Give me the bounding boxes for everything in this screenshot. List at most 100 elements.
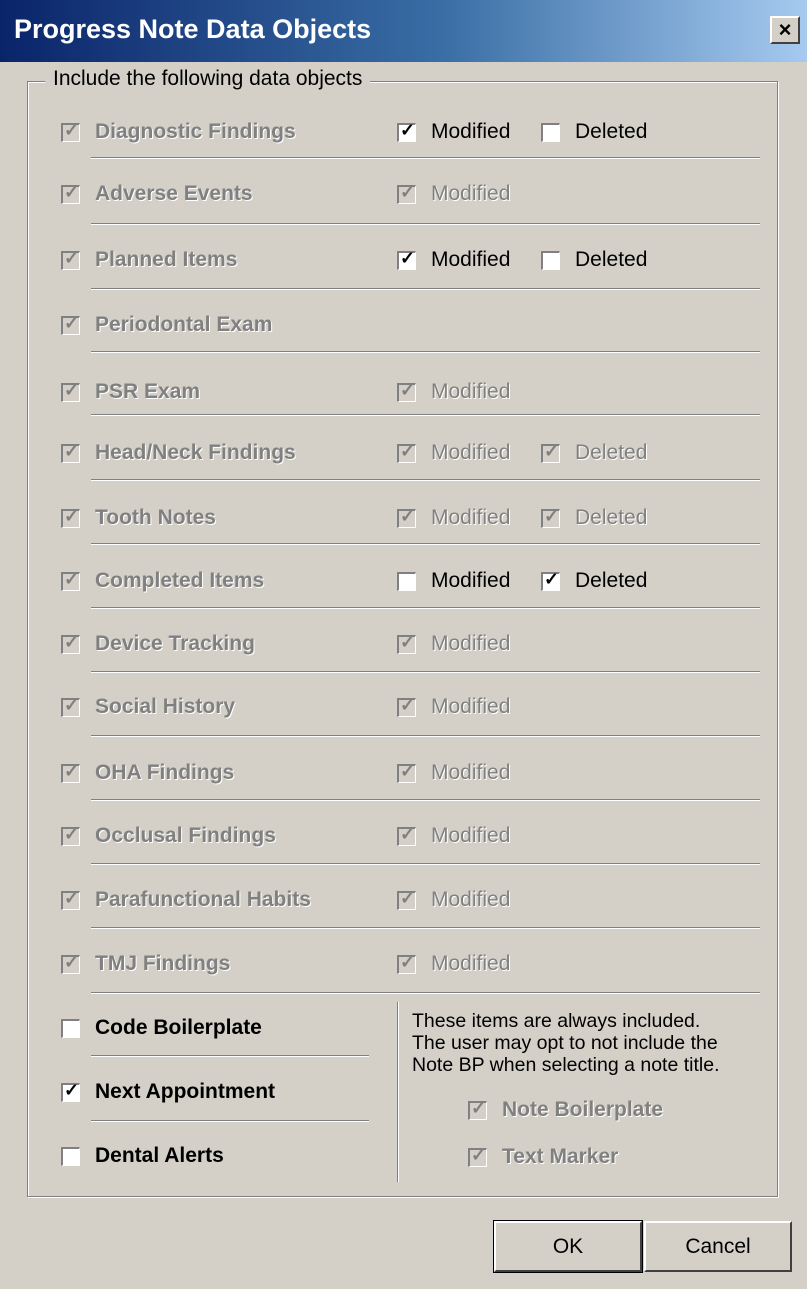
checkbox-box: ✓ [397, 633, 416, 654]
checkbox-diagnostic-findings-modified-label: Modified [431, 120, 511, 143]
checkbox-dental-alerts[interactable]: Dental Alerts [61, 1144, 224, 1168]
checkbox-box: ✓ [61, 119, 80, 142]
checkbox-diagnostic-findings-deleted[interactable]: Deleted [541, 120, 647, 144]
row-separator [91, 1120, 369, 1122]
checkbox-tooth-notes: ✓ Tooth Notes [61, 506, 216, 530]
checkbox-head-neck-findings-deleted-label: Deleted [575, 441, 648, 464]
checkbox-completed-items-label: Completed Items [95, 569, 265, 592]
ok-button[interactable]: OK [493, 1220, 643, 1273]
row-separator [91, 735, 760, 737]
check-icon: ✓ [64, 760, 80, 781]
checkbox-box[interactable] [61, 1146, 80, 1166]
checkbox-tooth-notes-modified-label: Modified [431, 506, 511, 529]
check-icon: ✓ [64, 823, 80, 844]
checkbox-box: ✓ [61, 314, 80, 335]
checkbox-completed-items-deleted[interactable]: ✓ Deleted [541, 569, 647, 593]
checkbox-parafunctional-habits-modified: ✓ Modified [397, 888, 510, 912]
checkbox-box: ✓ [468, 1144, 487, 1167]
checkbox-box: ✓ [61, 507, 80, 528]
check-icon: ✓ [400, 951, 416, 972]
checkbox-occlusal-findings-modified: ✓ Modified [397, 824, 510, 848]
checkbox-device-tracking-modified: ✓ Modified [397, 632, 510, 656]
row-separator [91, 799, 760, 801]
checkbox-head-neck-findings-deleted: ✓ Deleted [541, 441, 647, 465]
row-separator [91, 671, 760, 673]
checkbox-planned-items-modified[interactable]: ✓ Modified [397, 248, 510, 272]
check-icon: ✓ [64, 631, 80, 652]
checkbox-adverse-events-label: Adverse Events [95, 182, 253, 205]
check-icon: ✓ [64, 379, 80, 400]
checkbox-oha-findings-label: OHA Findings [95, 761, 235, 784]
checkbox-box[interactable]: ✓ [541, 568, 560, 591]
checkbox-head-neck-findings: ✓ Head/Neck Findings [61, 441, 296, 465]
check-icon: ✓ [544, 568, 560, 589]
cancel-button[interactable]: Cancel [644, 1221, 792, 1272]
check-icon: ✓ [64, 568, 80, 589]
close-icon: × [778, 17, 792, 42]
checkbox-planned-items-label: Planned Items [95, 248, 238, 271]
checkbox-box: ✓ [61, 247, 80, 270]
checkbox-box[interactable] [61, 1018, 80, 1038]
check-icon: ✓ [64, 247, 80, 268]
check-icon: ✓ [400, 440, 416, 461]
checkbox-parafunctional-habits-label: Parafunctional Habits [95, 888, 311, 911]
always-included-note: These items are always included. The use… [412, 1010, 720, 1076]
check-icon: ✓ [64, 694, 80, 715]
checkbox-psr-exam-modified: ✓ Modified [397, 380, 510, 404]
checkbox-next-appointment[interactable]: ✓ Next Appointment [61, 1080, 275, 1104]
check-icon: ✓ [400, 181, 416, 202]
check-icon: ✓ [64, 1079, 80, 1100]
checkbox-box: ✓ [397, 889, 416, 910]
checkbox-box: ✓ [61, 694, 80, 717]
row-separator [91, 992, 760, 994]
checkbox-tmj-findings-modified-label: Modified [431, 952, 511, 975]
checkbox-periodontal-exam: ✓ Periodontal Exam [61, 313, 272, 337]
checkbox-device-tracking: ✓ Device Tracking [61, 632, 255, 656]
checkbox-parafunctional-habits: ✓ Parafunctional Habits [61, 888, 311, 912]
checkbox-diagnostic-findings-modified[interactable]: ✓ Modified [397, 120, 510, 144]
checkbox-next-appointment-label: Next Appointment [95, 1080, 276, 1103]
checkbox-completed-items-modified-label: Modified [431, 569, 511, 592]
checkbox-box[interactable]: ✓ [397, 249, 416, 270]
checkbox-box[interactable] [541, 122, 560, 142]
checkbox-diagnostic-findings-deleted-label: Deleted [575, 120, 648, 143]
row-separator [91, 288, 760, 290]
checkbox-planned-items-deleted-label: Deleted [575, 248, 648, 271]
checkbox-code-boilerplate[interactable]: Code Boilerplate [61, 1016, 262, 1040]
checkbox-box: ✓ [61, 953, 80, 974]
checkbox-tooth-notes-modified: ✓ Modified [397, 506, 510, 530]
checkbox-tmj-findings-modified: ✓ Modified [397, 952, 510, 976]
checkbox-text-marker-label: Text Marker [502, 1145, 619, 1168]
checkbox-occlusal-findings-label: Occlusal Findings [95, 824, 276, 847]
checkbox-occlusal-findings-modified-label: Modified [431, 824, 511, 847]
check-icon: ✓ [544, 505, 560, 526]
checkbox-box: ✓ [541, 440, 560, 463]
checkbox-box[interactable]: ✓ [397, 121, 416, 142]
checkbox-planned-items: ✓ Planned Items [61, 248, 237, 272]
checkbox-box: ✓ [397, 507, 416, 528]
close-button[interactable]: × [770, 16, 800, 44]
checkbox-code-boilerplate-label: Code Boilerplate [95, 1016, 262, 1039]
checkbox-adverse-events-modified-label: Modified [431, 182, 511, 205]
check-icon: ✓ [544, 440, 560, 461]
checkbox-diagnostic-findings: ✓ Diagnostic Findings [61, 120, 296, 144]
checkbox-oha-findings: ✓ OHA Findings [61, 761, 234, 785]
checkbox-parafunctional-habits-modified-label: Modified [431, 888, 511, 911]
check-icon: ✓ [64, 887, 80, 908]
checkbox-box: ✓ [397, 440, 416, 463]
checkbox-box[interactable] [397, 571, 416, 591]
checkbox-box[interactable] [541, 250, 560, 270]
row-separator [91, 351, 760, 353]
check-icon: ✓ [471, 1144, 487, 1165]
checkbox-device-tracking-label: Device Tracking [95, 632, 255, 655]
checkbox-completed-items-modified[interactable]: Modified [397, 569, 510, 593]
check-icon: ✓ [64, 119, 80, 140]
group-legend: Include the following data objects [45, 67, 371, 91]
checkbox-dental-alerts-label: Dental Alerts [95, 1144, 224, 1167]
row-separator [91, 863, 760, 865]
checkbox-box: ✓ [397, 951, 416, 974]
checkbox-box[interactable]: ✓ [61, 1079, 80, 1102]
checkbox-box: ✓ [541, 505, 560, 528]
checkbox-planned-items-deleted[interactable]: Deleted [541, 248, 647, 272]
check-icon: ✓ [400, 694, 416, 715]
